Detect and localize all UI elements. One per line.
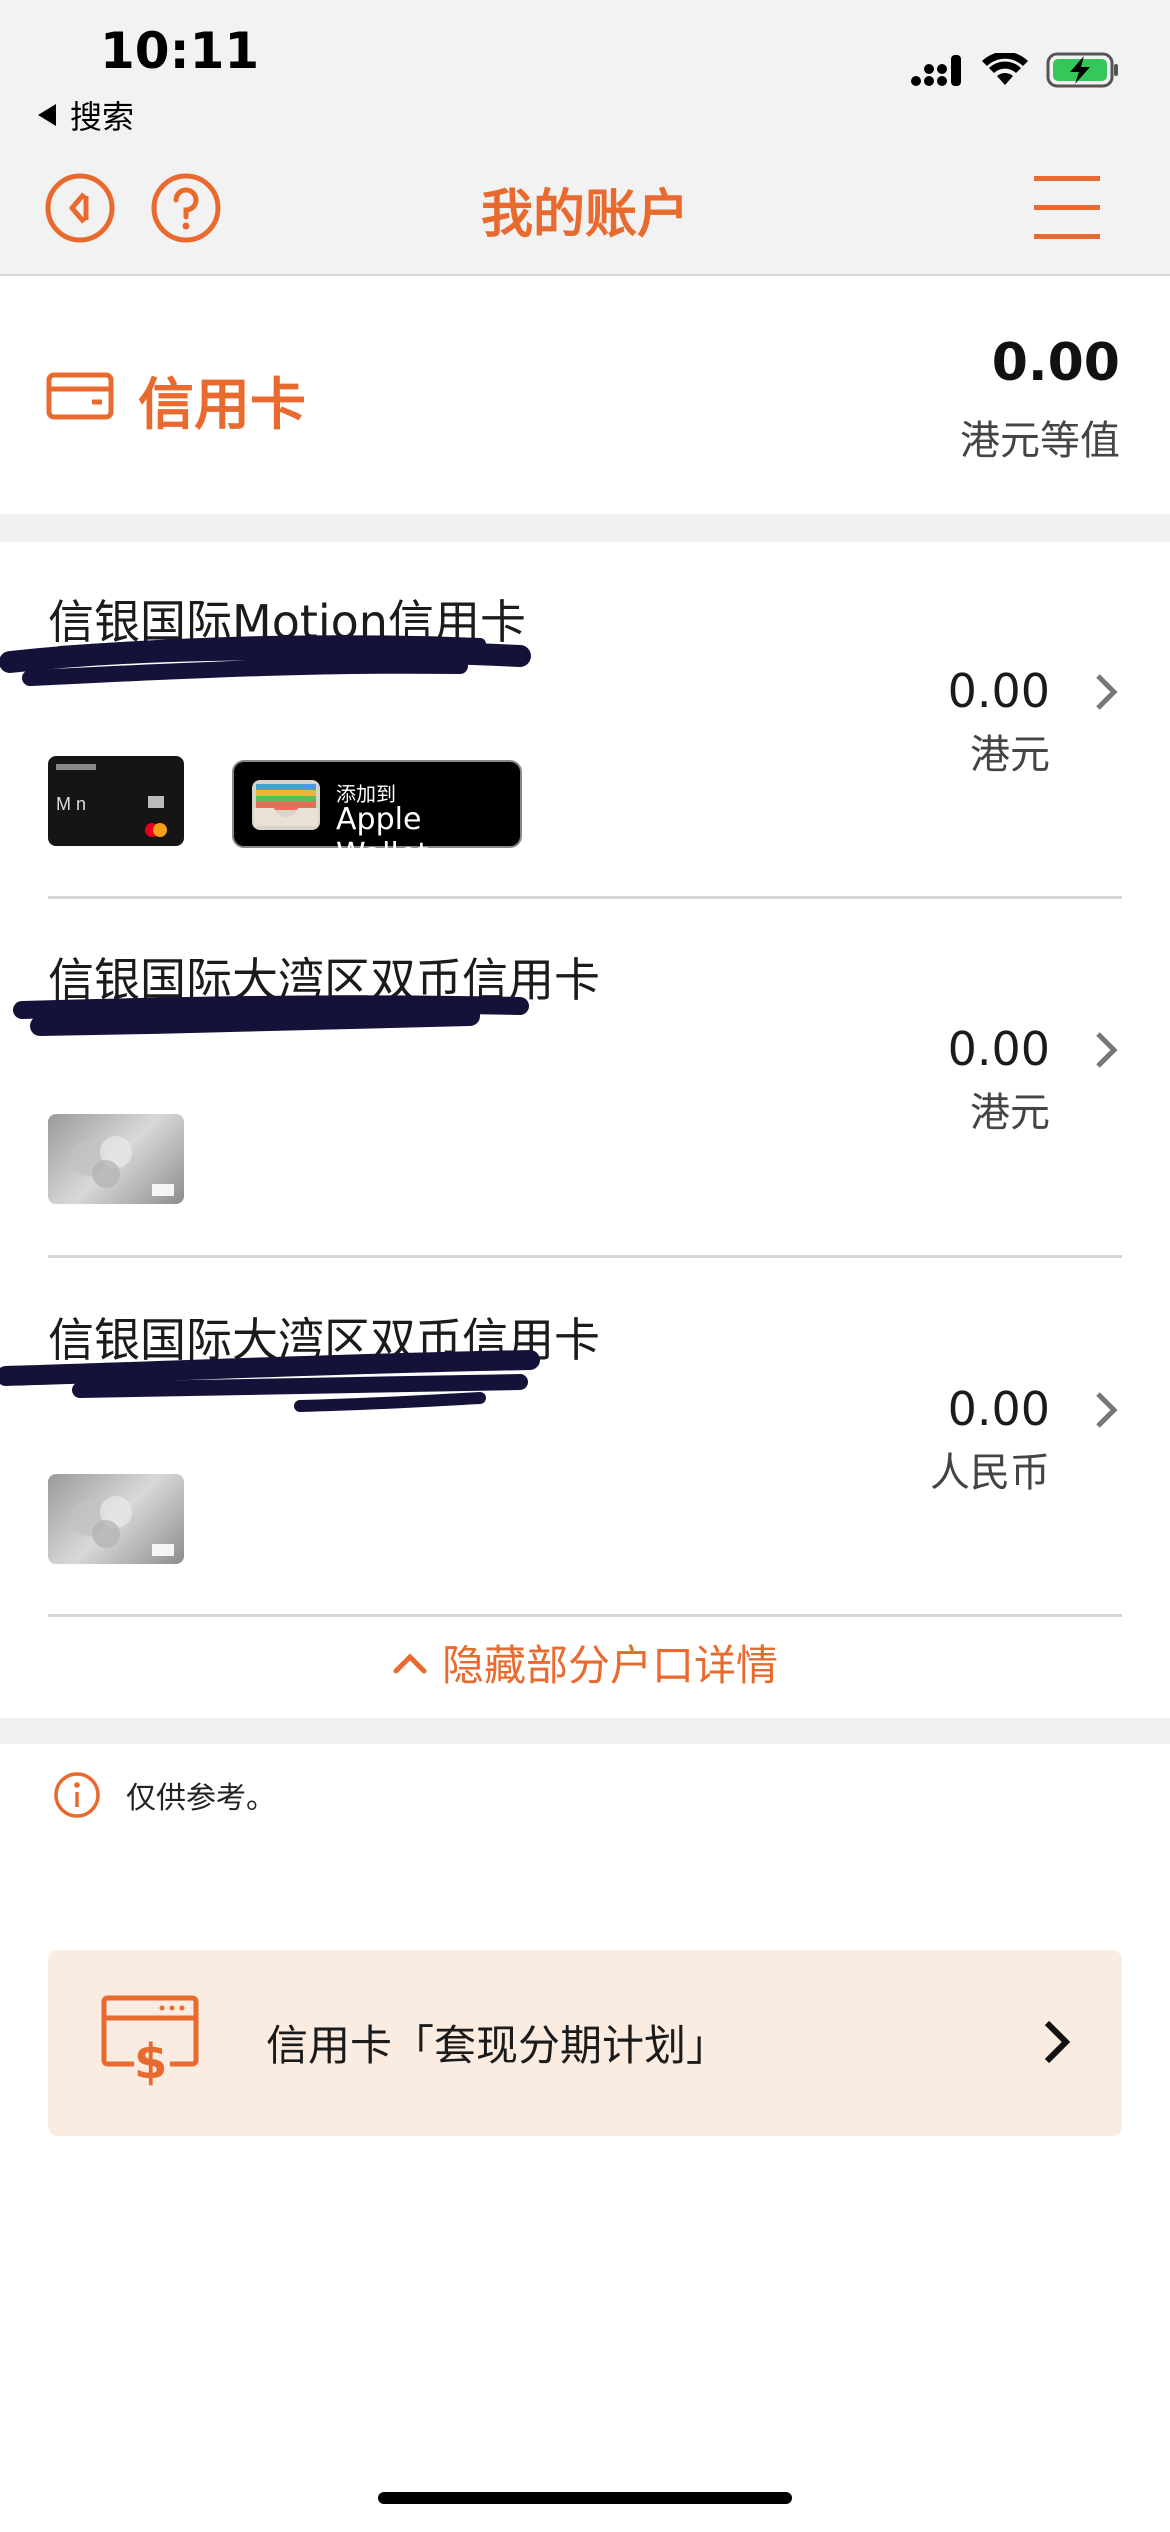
- divider: [48, 1255, 1122, 1258]
- summary-label: 信用卡: [138, 373, 306, 438]
- card-amount: 0.00: [947, 1022, 1050, 1076]
- svg-text:$: $: [134, 2034, 167, 2086]
- chevron-up-icon: [393, 1652, 427, 1673]
- section-divider-band: [0, 514, 1170, 542]
- card-row-motion[interactable]: 信银国际Motion信用卡 0.00 港元 M n 添加到 Apple Wall…: [0, 542, 1170, 902]
- credit-card-icon: [46, 372, 114, 420]
- card-row-gba-cny[interactable]: 信银国际大湾区双币信用卡 0.00 人民币: [0, 1260, 1170, 1620]
- disclaimer: 仅供参考。: [52, 1770, 276, 1820]
- svg-text:M n: M n: [56, 794, 86, 814]
- battery-charging-icon: [1046, 52, 1118, 88]
- installment-plan-banner[interactable]: $ 信用卡「套现分期计划」: [48, 1950, 1122, 2136]
- back-triangle-icon: [38, 104, 56, 126]
- signal-icon: [911, 55, 961, 86]
- chevron-right-icon: [1096, 1032, 1118, 1068]
- nav-bar: 我的账户: [0, 140, 1170, 276]
- back-to-search-button[interactable]: 搜索: [38, 92, 134, 138]
- chevron-right-icon: [1096, 1392, 1118, 1428]
- card-row-gba-hkd[interactable]: 信银国际大湾区双币信用卡 0.00 港元: [0, 900, 1170, 1260]
- cash-card-icon: $: [101, 1995, 199, 2086]
- redacted-card-number: [13, 995, 529, 1036]
- status-bar: 10:11 搜索: [0, 0, 1170, 140]
- credit-card-summary: 信用卡 0.00 港元等值: [0, 278, 1170, 514]
- wifi-icon: [982, 53, 1028, 85]
- card-amount: 0.00: [947, 664, 1050, 718]
- card-image-motion: M n: [48, 756, 184, 846]
- add-to-apple-wallet-button[interactable]: 添加到 Apple Wallet: [232, 760, 522, 872]
- summary-unit: 港元等值: [960, 418, 1120, 464]
- card-currency: 人民币: [930, 1450, 1050, 1496]
- disclaimer-text: 仅供参考。: [126, 1781, 276, 1816]
- hide-account-details-label: 隐藏部分户口详情: [441, 1641, 778, 1690]
- installment-plan-label: 信用卡「套现分期计划」: [266, 2021, 729, 2070]
- card-currency: 港元: [970, 1090, 1050, 1136]
- redacted-card-number: [0, 1350, 540, 1412]
- card-image-gba: [48, 1474, 184, 1564]
- card-currency: 港元: [970, 732, 1050, 778]
- status-icons: [910, 52, 1120, 88]
- card-amount: 0.00: [947, 1382, 1050, 1436]
- hide-account-details-link[interactable]: 隐藏部分户口详情: [0, 1632, 1170, 1693]
- back-to-search-label: 搜索: [70, 98, 135, 136]
- card-image-gba: [48, 1114, 184, 1204]
- divider: [48, 896, 1122, 899]
- wallet-big-text: Apple Wallet: [336, 802, 430, 872]
- chevron-right-icon: [1096, 674, 1118, 710]
- redacted-card-number: [0, 635, 531, 686]
- hamburger-menu-icon[interactable]: [1032, 172, 1102, 244]
- section-divider-band: [0, 1718, 1170, 1744]
- chevron-right-icon: [1044, 2020, 1071, 2064]
- home-indicator: [378, 2492, 792, 2504]
- info-icon: [54, 1772, 100, 1818]
- page-title: 我的账户: [480, 185, 689, 245]
- status-time: 10:11: [100, 22, 260, 80]
- wallet-icon: [252, 780, 320, 830]
- summary-amount: 0.00: [991, 333, 1120, 393]
- divider: [48, 1614, 1122, 1617]
